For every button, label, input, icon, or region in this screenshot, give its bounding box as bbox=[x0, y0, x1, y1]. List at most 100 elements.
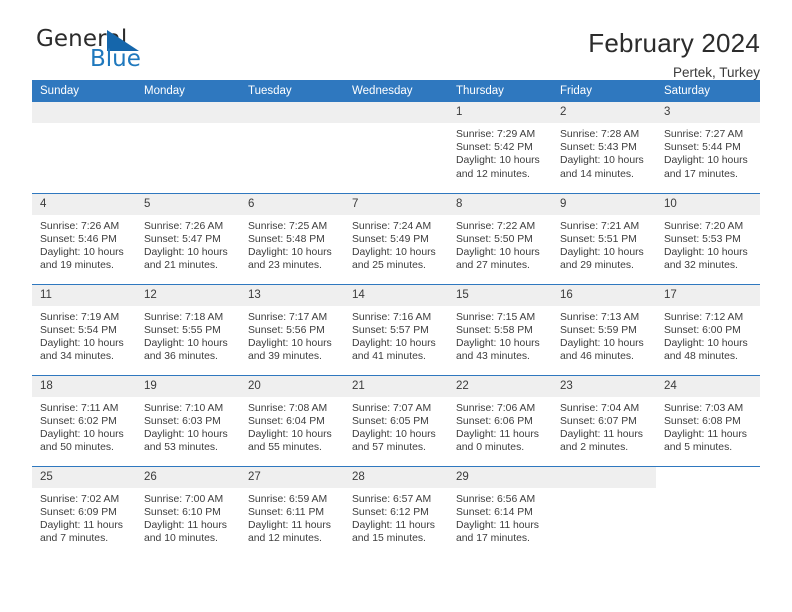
day-sunset-text: Sunset: 6:14 PM bbox=[456, 506, 533, 518]
calendar-day-cell[interactable]: 5 Sunrise: 7:26 AM Sunset: 5:47 PM Daylight… bbox=[136, 192, 240, 284]
calendar-day-cell[interactable]: 9 Sunrise: 7:21 AM Sunset: 5:51 PM Daylight… bbox=[552, 192, 656, 284]
day-details: Sunrise: 7:10 AM Sunset: 6:03 PM Daylight:… bbox=[136, 397, 240, 455]
day-daylight-text: Daylight: 10 hours bbox=[560, 246, 644, 258]
day-number: 3 bbox=[656, 102, 760, 123]
day-sunset-text: Sunset: 5:55 PM bbox=[144, 324, 221, 336]
calendar-day-cell[interactable]: 13 Sunrise: 7:17 AM Sunset: 5:56 PM Dayligh… bbox=[240, 283, 344, 375]
calendar-grid: Sunday Monday Tuesday Wednesday Thursday… bbox=[32, 80, 760, 557]
day-number: 9 bbox=[552, 193, 656, 215]
day-sunrise-text: Sunrise: 7:18 AM bbox=[144, 311, 224, 323]
day-sunrise-text: Sunrise: 7:06 AM bbox=[456, 402, 536, 414]
calendar-day-cell[interactable]: 23 Sunrise: 7:04 AM Sunset: 6:07 PM Dayligh… bbox=[552, 374, 656, 466]
calendar-week-row: 4 Sunrise: 7:26 AM Sunset: 5:46 PM Daylight… bbox=[32, 192, 760, 284]
calendar-day-cell[interactable]: 24 Sunrise: 7:03 AM Sunset: 6:08 PM Dayligh… bbox=[656, 374, 760, 466]
calendar-empty-cell bbox=[240, 102, 344, 193]
day-sunset-text: Sunset: 5:49 PM bbox=[352, 233, 429, 245]
calendar-day-cell[interactable]: 28 Sunrise: 6:57 AM Sunset: 6:12 PM Dayligh… bbox=[344, 465, 448, 557]
calendar-day-cell[interactable]: 19 Sunrise: 7:10 AM Sunset: 6:03 PM Dayligh… bbox=[136, 374, 240, 466]
calendar-day-cell[interactable]: 11 Sunrise: 7:19 AM Sunset: 5:54 PM Dayligh… bbox=[32, 283, 136, 375]
calendar-day-cell[interactable]: 7 Sunrise: 7:24 AM Sunset: 5:49 PM Daylight… bbox=[344, 192, 448, 284]
calendar-day-cell[interactable]: 22 Sunrise: 7:06 AM Sunset: 6:06 PM Dayligh… bbox=[448, 374, 552, 466]
calendar-day-cell[interactable]: 27 Sunrise: 6:59 AM Sunset: 6:11 PM Dayligh… bbox=[240, 465, 344, 557]
calendar-day-cell[interactable]: 10 Sunrise: 7:20 AM Sunset: 5:53 PM Dayligh… bbox=[656, 192, 760, 284]
calendar-day-cell[interactable]: 4 Sunrise: 7:26 AM Sunset: 5:46 PM Daylight… bbox=[32, 192, 136, 284]
day-sunset-text: Sunset: 5:46 PM bbox=[40, 233, 117, 245]
calendar-day-cell[interactable]: 15 Sunrise: 7:15 AM Sunset: 5:58 PM Dayligh… bbox=[448, 283, 552, 375]
day-details: Sunrise: 7:16 AM Sunset: 5:57 PM Daylight:… bbox=[344, 306, 448, 364]
weekday-header-monday: Monday bbox=[136, 80, 240, 102]
day-daylight-text: Daylight: 11 hours bbox=[560, 428, 643, 440]
day-sunrise-text: Sunrise: 6:59 AM bbox=[248, 493, 328, 505]
day-daylight-text: Daylight: 10 hours bbox=[352, 337, 436, 349]
calendar-day-cell[interactable]: 1 Sunrise: 7:29 AM Sunset: 5:42 PM Daylight… bbox=[448, 102, 552, 193]
day-daylight-text: and 48 minutes. bbox=[664, 351, 738, 363]
calendar-day-cell[interactable]: 18 Sunrise: 7:11 AM Sunset: 6:02 PM Dayligh… bbox=[32, 374, 136, 466]
day-daylight-text: Daylight: 10 hours bbox=[456, 155, 540, 167]
calendar-day-cell[interactable]: 29 Sunrise: 6:56 AM Sunset: 6:14 PM Dayligh… bbox=[448, 465, 552, 557]
day-daylight-text: Daylight: 10 hours bbox=[456, 246, 540, 258]
day-daylight-text: and 32 minutes. bbox=[664, 260, 738, 272]
day-sunrise-text: Sunrise: 7:02 AM bbox=[40, 493, 120, 505]
calendar-day-cell[interactable]: 20 Sunrise: 7:08 AM Sunset: 6:04 PM Dayligh… bbox=[240, 374, 344, 466]
calendar-day-cell[interactable]: 17 Sunrise: 7:12 AM Sunset: 6:00 PM Dayligh… bbox=[656, 283, 760, 375]
weekday-header-tuesday: Tuesday bbox=[240, 80, 344, 102]
calendar-day-cell[interactable]: 26 Sunrise: 7:00 AM Sunset: 6:10 PM Dayligh… bbox=[136, 465, 240, 557]
day-details: Sunrise: 7:27 AM Sunset: 5:44 PM Daylight:… bbox=[656, 123, 760, 181]
day-sunset-text: Sunset: 5:58 PM bbox=[456, 324, 533, 336]
day-daylight-text: and 39 minutes. bbox=[248, 351, 322, 363]
calendar-day-cell[interactable]: 8 Sunrise: 7:22 AM Sunset: 5:50 PM Daylight… bbox=[448, 192, 552, 284]
day-number: 13 bbox=[240, 284, 344, 306]
day-daylight-text: Daylight: 10 hours bbox=[352, 246, 436, 258]
calendar-day-cell[interactable]: 16 Sunrise: 7:13 AM Sunset: 5:59 PM Dayligh… bbox=[552, 283, 656, 375]
day-sunrise-text: Sunrise: 6:56 AM bbox=[456, 493, 536, 505]
calendar-day-cell[interactable]: 14 Sunrise: 7:16 AM Sunset: 5:57 PM Dayligh… bbox=[344, 283, 448, 375]
calendar-day-cell[interactable]: 2 Sunrise: 7:28 AM Sunset: 5:43 PM Daylight… bbox=[552, 102, 656, 193]
location-subtitle: Pertek, Turkey bbox=[672, 65, 760, 80]
day-number: 11 bbox=[32, 284, 136, 306]
day-daylight-text: Daylight: 10 hours bbox=[248, 337, 332, 349]
day-daylight-text: Daylight: 11 hours bbox=[456, 519, 539, 531]
day-sunrise-text: Sunrise: 7:27 AM bbox=[664, 129, 744, 140]
day-sunrise-text: Sunrise: 7:22 AM bbox=[456, 220, 536, 232]
day-daylight-text: and 12 minutes. bbox=[456, 168, 530, 180]
day-number: 26 bbox=[136, 466, 240, 488]
day-sunset-text: Sunset: 5:50 PM bbox=[456, 233, 533, 245]
day-daylight-text: Daylight: 11 hours bbox=[664, 428, 747, 440]
general-blue-logo[interactable]: General Blue bbox=[32, 26, 212, 78]
day-details: Sunrise: 6:56 AM Sunset: 6:14 PM Daylight:… bbox=[448, 488, 552, 546]
day-daylight-text: Daylight: 10 hours bbox=[248, 428, 332, 440]
day-daylight-text: and 17 minutes. bbox=[664, 168, 738, 180]
day-daylight-text: Daylight: 10 hours bbox=[248, 246, 332, 258]
day-number: 8 bbox=[448, 193, 552, 215]
day-daylight-text: and 5 minutes. bbox=[664, 442, 733, 454]
day-details: Sunrise: 7:28 AM Sunset: 5:43 PM Daylight:… bbox=[552, 123, 656, 181]
calendar-empty-cell bbox=[552, 465, 656, 557]
day-daylight-text: and 23 minutes. bbox=[248, 260, 322, 272]
calendar-day-cell[interactable]: 6 Sunrise: 7:25 AM Sunset: 5:48 PM Daylight… bbox=[240, 192, 344, 284]
day-sunrise-text: Sunrise: 7:26 AM bbox=[40, 220, 120, 232]
day-daylight-text: Daylight: 11 hours bbox=[248, 519, 331, 531]
day-daylight-text: Daylight: 11 hours bbox=[40, 519, 123, 531]
day-number: 2 bbox=[552, 102, 656, 123]
day-details: Sunrise: 7:06 AM Sunset: 6:06 PM Daylight:… bbox=[448, 397, 552, 455]
day-number bbox=[344, 102, 448, 123]
calendar-week-row: 11 Sunrise: 7:19 AM Sunset: 5:54 PM Dayligh… bbox=[32, 283, 760, 375]
day-sunset-text: Sunset: 5:44 PM bbox=[664, 142, 741, 154]
calendar-day-cell[interactable]: 12 Sunrise: 7:18 AM Sunset: 5:55 PM Dayligh… bbox=[136, 283, 240, 375]
day-daylight-text: and 14 minutes. bbox=[560, 168, 634, 180]
calendar-day-cell[interactable]: 21 Sunrise: 7:07 AM Sunset: 6:05 PM Dayligh… bbox=[344, 374, 448, 466]
calendar-day-cell[interactable]: 25 Sunrise: 7:02 AM Sunset: 6:09 PM Dayligh… bbox=[32, 465, 136, 557]
calendar-day-cell[interactable]: 3 Sunrise: 7:27 AM Sunset: 5:44 PM Daylight… bbox=[656, 102, 760, 193]
day-details: Sunrise: 7:21 AM Sunset: 5:51 PM Daylight:… bbox=[552, 215, 656, 273]
day-number: 23 bbox=[552, 375, 656, 397]
calendar-week-row: 1 Sunrise: 7:29 AM Sunset: 5:42 PM Daylight… bbox=[32, 102, 760, 193]
day-sunset-text: Sunset: 5:42 PM bbox=[456, 142, 533, 154]
day-details: Sunrise: 6:59 AM Sunset: 6:11 PM Daylight:… bbox=[240, 488, 344, 546]
day-sunset-text: Sunset: 5:53 PM bbox=[664, 233, 741, 245]
day-number: 20 bbox=[240, 375, 344, 397]
day-daylight-text: Daylight: 10 hours bbox=[664, 246, 748, 258]
day-details: Sunrise: 7:00 AM Sunset: 6:10 PM Daylight:… bbox=[136, 488, 240, 546]
day-daylight-text: and 50 minutes. bbox=[40, 442, 114, 454]
calendar-empty-cell bbox=[656, 465, 760, 557]
day-daylight-text: and 43 minutes. bbox=[456, 351, 530, 363]
